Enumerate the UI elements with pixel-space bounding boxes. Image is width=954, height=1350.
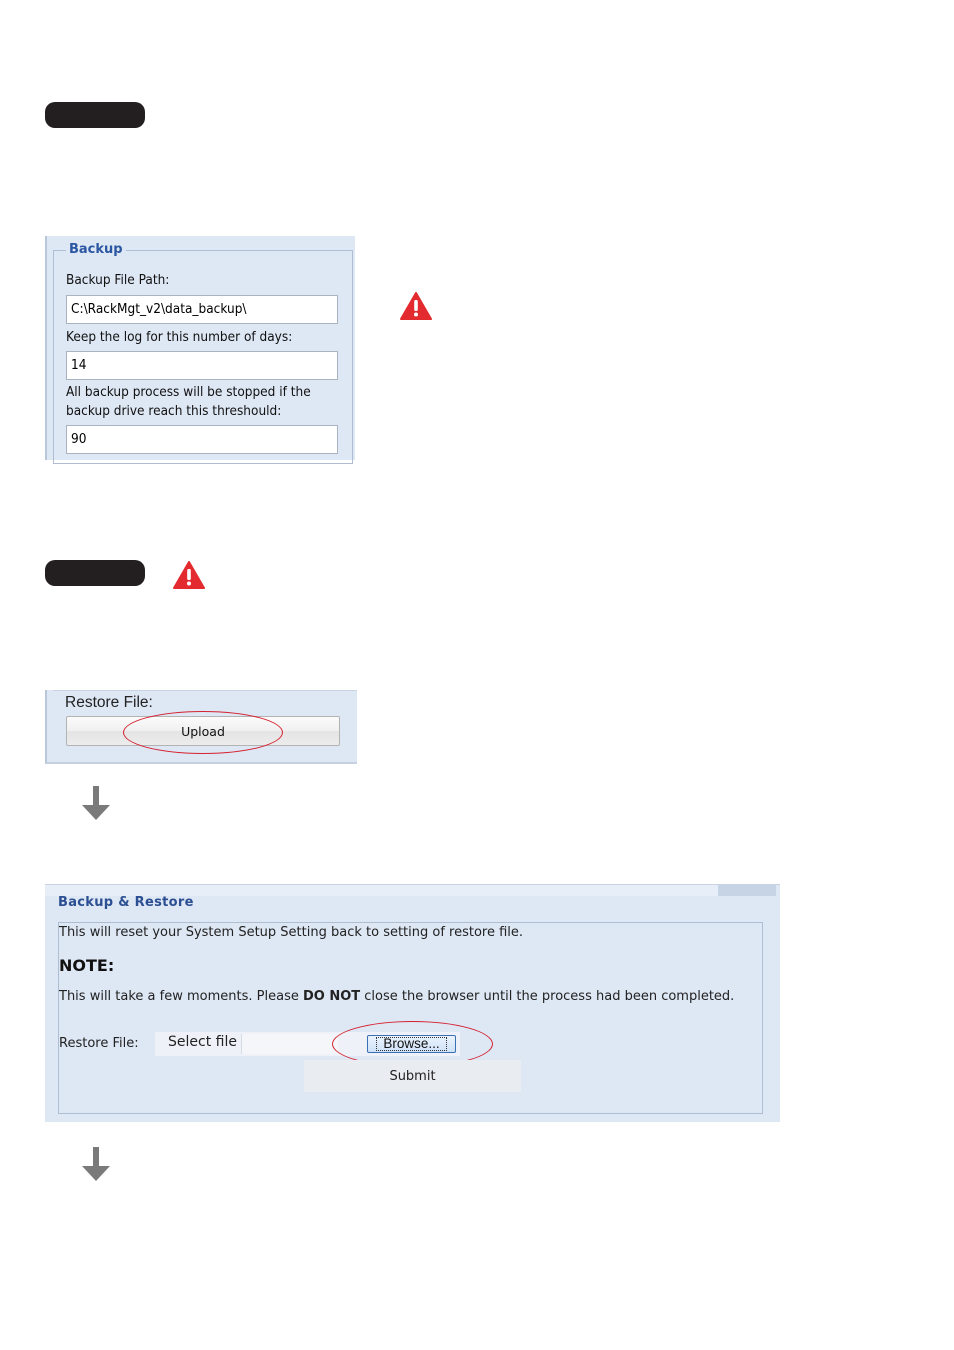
backup-legend: Backup	[66, 242, 126, 257]
reset-warning-text: This will reset your System Setup Settin…	[59, 925, 524, 940]
upload-button[interactable]: Upload	[66, 716, 340, 746]
backup-file-path-field[interactable]: C:\RackMgt_v2\data_backup\	[66, 295, 338, 324]
backup-file-path-label: Backup File Path:	[66, 272, 170, 288]
note-text-bold: DO NOT	[302, 989, 361, 1004]
keep-days-field[interactable]: 14	[66, 351, 338, 380]
note-heading: NOTE:	[59, 956, 115, 975]
threshold-label-line1: All backup process will be stopped if th…	[66, 384, 311, 400]
keep-days-value: 14	[71, 357, 87, 373]
restore-file-label: Restore File:	[65, 694, 153, 711]
note-text-before: This will take a few moments. Please	[59, 989, 303, 1004]
threshold-value: 90	[71, 431, 87, 447]
threshold-label-line2: backup drive reach this threshould:	[66, 403, 282, 419]
step-badge	[45, 560, 145, 586]
warning-triangle-icon	[173, 561, 205, 589]
divider	[53, 690, 357, 691]
backup-file-path-value: C:\RackMgt_v2\data_backup\	[71, 301, 247, 317]
select-file-text: Select file	[168, 1034, 237, 1050]
step-badge	[45, 102, 145, 128]
panel-header-tab	[718, 885, 776, 896]
browse-button[interactable]: Browse...	[367, 1035, 456, 1053]
warning-triangle-icon	[400, 292, 432, 320]
restore-file-label: Restore File:	[59, 1036, 139, 1051]
submit-button[interactable]: Submit	[304, 1060, 521, 1092]
file-name-field[interactable]	[241, 1034, 338, 1054]
note-text-after: close the browser until the process had …	[360, 989, 735, 1004]
down-arrow-icon	[82, 786, 110, 820]
keep-days-label: Keep the log for this number of days:	[66, 329, 293, 345]
backup-restore-legend: Backup & Restore	[58, 895, 194, 910]
browse-label: Browse...	[376, 1037, 447, 1051]
threshold-field[interactable]: 90	[66, 425, 338, 454]
down-arrow-icon	[82, 1147, 110, 1181]
note-text: This will take a few moments. Please DO …	[59, 989, 734, 1004]
